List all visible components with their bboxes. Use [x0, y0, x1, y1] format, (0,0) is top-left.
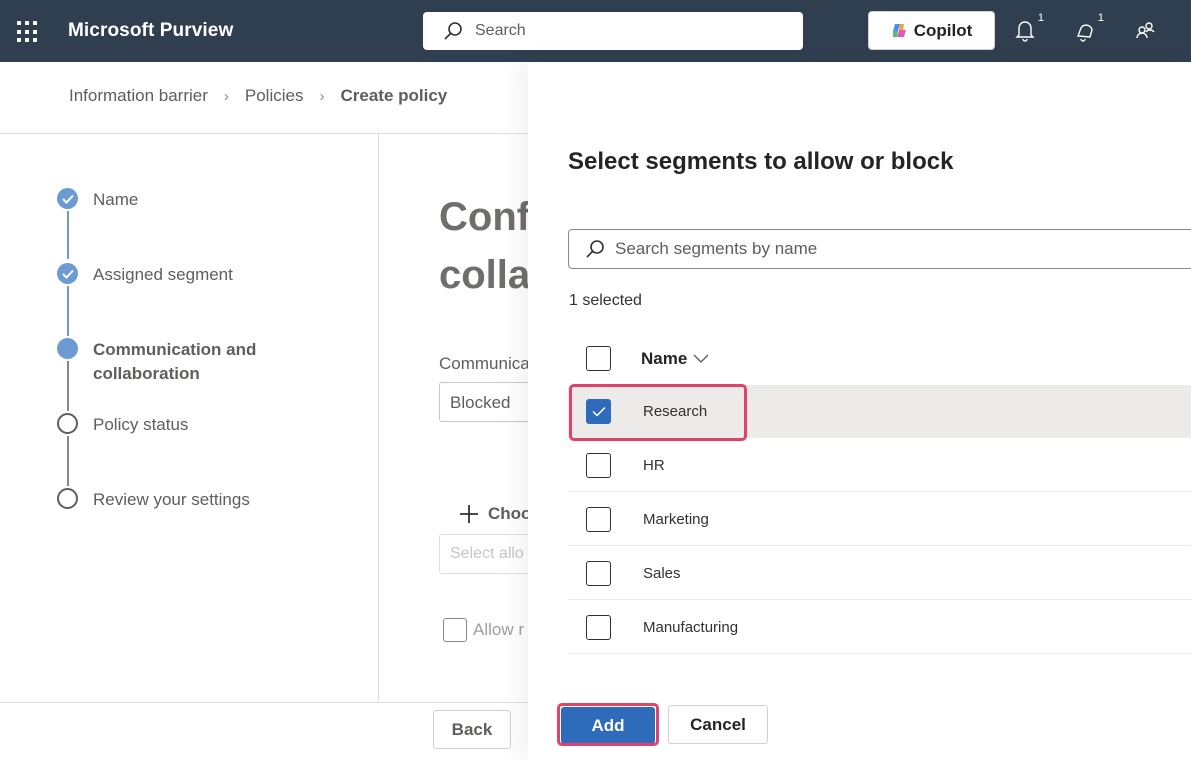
allow-checkbox-label: Allow r	[473, 620, 525, 639]
page-title-line: collal	[439, 253, 542, 297]
table-header: Name	[568, 332, 1191, 385]
top-bar: Microsoft Purview Copilot 1 1	[0, 0, 1191, 62]
breadcrumb-item-create-policy: Create policy	[340, 86, 448, 105]
step-name[interactable]: Name	[57, 188, 138, 212]
highlight-research-row	[569, 384, 747, 441]
table-row[interactable]: Sales	[568, 547, 1191, 600]
page-title-line: Conf	[439, 195, 531, 239]
segment-name: HR	[643, 456, 665, 474]
select-segments-panel: Select segments to allow or block 1 sele…	[528, 62, 1191, 760]
row-checkbox[interactable]	[586, 452, 611, 478]
row-checkbox[interactable]	[586, 614, 611, 640]
copilot-button[interactable]: Copilot	[868, 11, 995, 50]
global-search-input[interactable]	[475, 22, 775, 40]
app-launcher-icon[interactable]	[17, 21, 39, 43]
row-checkbox[interactable]	[586, 560, 611, 586]
search-icon	[586, 240, 604, 258]
empty-circle-icon	[57, 413, 78, 434]
chevron-right-icon: ›	[223, 87, 229, 105]
column-header-name[interactable]: Name	[641, 349, 709, 369]
breadcrumb-item-policies[interactable]: Policies	[245, 86, 304, 106]
communication-label: Communica	[439, 354, 530, 373]
step-connector	[67, 286, 69, 336]
choose-label: Choo	[488, 504, 532, 523]
notifications-badge: 1	[1037, 12, 1044, 24]
allow-checkbox[interactable]	[443, 618, 467, 642]
choose-segments-button[interactable]: Choo	[458, 503, 531, 525]
breadcrumb-divider	[0, 133, 528, 134]
chevron-down-icon	[693, 354, 709, 363]
empty-circle-icon	[57, 488, 78, 509]
segment-name: Sales	[643, 564, 681, 582]
step-label: Name	[93, 190, 139, 209]
current-step-dot-icon	[57, 338, 78, 359]
checkmark-icon	[57, 188, 78, 209]
back-button[interactable]: Back	[433, 710, 511, 749]
step-label: Review your settings	[93, 490, 250, 509]
plus-icon	[460, 505, 478, 523]
step-connector	[67, 211, 69, 259]
allow-checkbox-row[interactable]: Allow r	[443, 618, 524, 642]
highlight-add-button	[557, 703, 659, 746]
alerts-icon[interactable]: 1	[1074, 12, 1104, 46]
segment-name: Marketing	[643, 510, 709, 528]
search-icon	[444, 22, 462, 40]
breadcrumb: Information barrier › Policies › Create …	[69, 86, 447, 106]
global-search[interactable]	[423, 12, 803, 50]
step-review-settings[interactable]: Review your settings	[57, 488, 250, 512]
step-connector	[67, 436, 69, 486]
notifications-icon[interactable]: 1	[1014, 12, 1044, 46]
page-title: Conf collal	[439, 188, 541, 304]
copilot-label: Copilot	[913, 20, 973, 40]
community-icon[interactable]	[1134, 18, 1162, 46]
column-header-label: Name	[641, 348, 688, 368]
stepper-divider	[378, 134, 379, 702]
cancel-button[interactable]: Cancel	[668, 705, 768, 744]
step-label: Assigned segment	[93, 265, 233, 284]
step-policy-status[interactable]: Policy status	[57, 413, 188, 437]
table-row[interactable]: HR	[568, 439, 1191, 492]
row-checkbox[interactable]	[586, 506, 611, 532]
selected-count: 1 selected	[569, 292, 642, 309]
chevron-right-icon: ›	[319, 87, 325, 105]
panel-title: Select segments to allow or block	[568, 148, 954, 175]
step-assigned-segment[interactable]: Assigned segment	[57, 263, 233, 287]
table-row[interactable]: Marketing	[568, 493, 1191, 546]
breadcrumb-item-information-barrier[interactable]: Information barrier	[69, 86, 208, 106]
step-communication-and-collaboration[interactable]: Communication and collaboration	[57, 338, 283, 386]
step-label: Policy status	[93, 415, 189, 434]
footer-divider	[0, 702, 528, 703]
select-all-checkbox[interactable]	[586, 346, 611, 371]
alerts-badge: 1	[1097, 12, 1104, 24]
segment-search[interactable]	[568, 229, 1191, 269]
checkmark-icon	[57, 263, 78, 284]
table-row[interactable]: Manufacturing	[568, 601, 1191, 654]
app-title[interactable]: Microsoft Purview	[68, 20, 233, 42]
segment-search-input[interactable]	[615, 239, 1175, 259]
segment-name: Manufacturing	[643, 618, 739, 636]
step-label: Communication and collaboration	[93, 340, 257, 383]
copilot-icon	[892, 24, 906, 37]
